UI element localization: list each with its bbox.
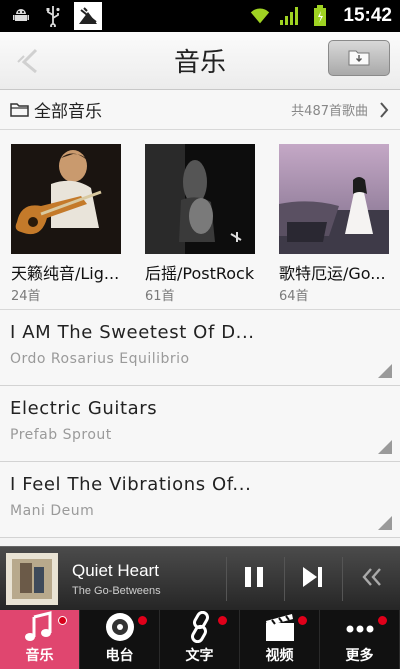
song-title: I AM The Sweetest Of D...: [10, 322, 255, 343]
android-debug-icon: [10, 5, 32, 27]
now-playing-title: Quiet Heart: [72, 561, 159, 580]
tab-radio[interactable]: 电台: [80, 610, 160, 669]
album-name: 歌特厄运/Go...: [279, 264, 386, 283]
divider: [226, 557, 227, 601]
tab-label: 文字: [185, 648, 214, 664]
pause-icon: [241, 564, 267, 594]
status-bar: 15:42: [0, 0, 400, 32]
folder-outline-icon: [10, 102, 30, 118]
battery-icon: [309, 5, 331, 27]
collapse-player-button[interactable]: [352, 559, 392, 599]
link-icon: [182, 610, 218, 644]
badge-dot: [58, 616, 67, 625]
divider: [284, 557, 285, 601]
clapperboard-icon: [262, 611, 298, 643]
signal-icon: [279, 5, 301, 27]
song-title: Electric Guitars: [10, 398, 158, 419]
corner-triangle-icon[interactable]: [378, 515, 392, 530]
tab-label: 音乐: [25, 648, 54, 664]
song-row[interactable]: I Feel The Vibrations Of... Mani Deum: [0, 462, 400, 538]
album-song-count: 24首: [11, 289, 41, 304]
album-cover: [279, 144, 389, 254]
folder-button[interactable]: [328, 40, 390, 76]
album-cover: [11, 144, 121, 254]
album-name: 天籁纯音/Lig...: [11, 264, 120, 283]
now-playing-bar[interactable]: Quiet Heart The Go-Betweens: [0, 546, 400, 610]
tab-video[interactable]: 视频: [240, 610, 320, 669]
tab-music[interactable]: 音乐: [0, 610, 80, 669]
music-content: 全部音乐 共487首歌曲 天籁纯音/Lig... 24首 后摇/PostRock…: [0, 90, 400, 610]
next-track-button[interactable]: [292, 559, 332, 599]
album-item[interactable]: 歌特厄运/Go... 64首: [279, 144, 389, 309]
song-row[interactable]: I AM The Sweetest Of D... Ordo Rosarius …: [0, 310, 400, 386]
corner-triangle-icon[interactable]: [378, 363, 392, 378]
chevron-right-icon: [378, 101, 390, 119]
pause-button[interactable]: [234, 559, 274, 599]
song-artist: Ordo Rosarius Equilibrio: [10, 351, 190, 367]
wifi-icon: [249, 5, 271, 27]
usb-icon: [42, 5, 64, 27]
album-name: 后摇/PostRock: [145, 264, 255, 283]
folder-icon: [347, 46, 371, 70]
tab-more[interactable]: 更多: [320, 610, 400, 669]
clock-time: 15:42: [343, 5, 392, 26]
music-note-icon: [22, 611, 58, 643]
radio-disc-icon: [102, 611, 138, 643]
tab-label: 电台: [105, 648, 134, 664]
notification-icon[interactable]: [74, 2, 102, 30]
divider: [342, 557, 343, 601]
tab-label: 视频: [265, 648, 294, 664]
tab-text[interactable]: 文字: [160, 610, 240, 669]
badge-dot: [298, 616, 307, 625]
now-playing-cover: [6, 553, 58, 605]
album-song-count: 64首: [279, 289, 309, 304]
album-grid: 天籁纯音/Lig... 24首 后摇/PostRock 61首 歌特厄运/Go.…: [0, 130, 400, 310]
album-item[interactable]: 后摇/PostRock 61首: [145, 144, 255, 309]
album-item[interactable]: 天籁纯音/Lig... 24首: [11, 144, 121, 309]
bottom-tab-bar: 音乐 电台 文字 视频 更多: [0, 610, 400, 669]
song-title: I Feel The Vibrations Of...: [10, 474, 252, 495]
all-music-count: 共487首歌曲: [291, 104, 368, 119]
now-playing-artist: The Go-Betweens: [72, 585, 161, 597]
song-row[interactable]: Electric Guitars Prefab Sprout: [0, 386, 400, 462]
song-artist: Prefab Sprout: [10, 427, 112, 443]
badge-dot: [138, 616, 147, 625]
song-artist: Mani Deum: [10, 503, 95, 519]
double-chevron-left-icon: [359, 564, 385, 594]
corner-triangle-icon[interactable]: [378, 439, 392, 454]
more-dots-icon: [342, 611, 378, 643]
album-cover: [145, 144, 255, 254]
badge-dot: [378, 616, 387, 625]
tab-label: 更多: [345, 648, 374, 664]
badge-dot: [218, 616, 227, 625]
title-bar: 音乐: [0, 32, 400, 90]
album-song-count: 61首: [145, 289, 175, 304]
all-music-row[interactable]: 全部音乐 共487首歌曲: [0, 90, 400, 130]
skip-next-icon: [299, 564, 325, 594]
all-music-label: 全部音乐: [34, 102, 102, 122]
